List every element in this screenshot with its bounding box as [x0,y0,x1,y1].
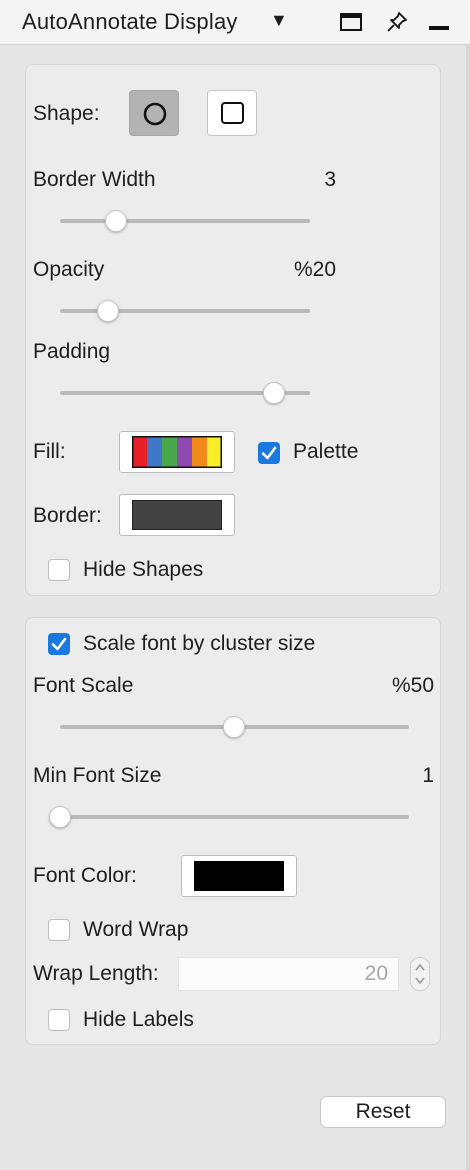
min-font-size-slider-track[interactable] [60,815,409,819]
palette-color-4 [192,436,208,468]
font-scale-label: Font Scale [33,674,134,697]
hide-shapes-checkbox[interactable] [48,559,70,581]
palette-color-1 [147,436,163,468]
palette-color-3 [177,436,193,468]
panel-title: AutoAnnotate Display [22,9,238,34]
font-color-label: Font Color: [33,864,137,887]
palette-checkbox[interactable] [258,442,280,464]
title-bar: AutoAnnotate Display ▼ [0,0,470,45]
border-width-value: 3 [324,168,336,191]
border-label: Border: [33,504,102,527]
min-font-size-value: 1 [422,764,434,787]
hide-labels-label: Hide Labels [83,1008,194,1031]
palette-label: Palette [293,440,359,463]
checkmark-icon [261,446,277,460]
ellipse-shape-button[interactable] [129,90,179,136]
padding-slider-thumb[interactable] [263,382,285,404]
border-width-slider-thumb[interactable] [105,210,127,232]
palette-color-2 [162,436,178,468]
word-wrap-label: Word Wrap [83,918,189,941]
opacity-slider-thumb[interactable] [97,300,119,322]
border-width-label: Border Width [33,168,156,191]
title-dropdown-icon[interactable]: ▼ [270,10,288,31]
fill-palette-button[interactable] [119,431,235,473]
border-color-swatch [132,500,222,530]
wrap-length-input[interactable]: 20 [178,957,399,991]
hide-labels-checkbox[interactable] [48,1009,70,1031]
palette-color-0 [132,436,148,468]
pin-icon[interactable] [385,10,409,34]
checkmark-icon [51,637,67,651]
hide-shapes-label: Hide Shapes [83,558,204,581]
opacity-label: Opacity [33,258,105,281]
min-font-size-slider-thumb[interactable] [49,806,71,828]
scale-font-checkbox[interactable] [48,633,70,655]
reset-button[interactable]: Reset [320,1096,446,1128]
ellipse-icon [143,102,167,126]
opacity-value: %20 [293,258,336,281]
word-wrap-checkbox[interactable] [48,919,70,941]
minimize-icon[interactable] [427,10,451,34]
fill-palette-swatch [132,436,222,468]
font-color-button[interactable] [181,855,297,897]
scale-font-label: Scale font by cluster size [83,632,316,655]
float-window-icon[interactable] [339,10,363,34]
wrap-length-spinner[interactable] [410,957,430,991]
wrap-length-label: Wrap Length: [33,962,159,985]
scrollbar-track [466,44,470,1170]
border-width-slider-track[interactable] [60,219,310,223]
palette-color-5 [207,436,222,468]
font-scale-value: %50 [391,674,434,697]
fill-label: Fill: [33,440,66,463]
rectangle-icon [221,102,244,124]
border-color-button[interactable] [119,494,235,536]
padding-label: Padding [33,340,111,363]
font-color-swatch [194,861,284,891]
shape-label: Shape: [33,102,100,125]
rectangle-shape-button[interactable] [207,90,257,136]
font-scale-slider-thumb[interactable] [223,716,245,738]
min-font-size-label: Min Font Size [33,764,162,787]
